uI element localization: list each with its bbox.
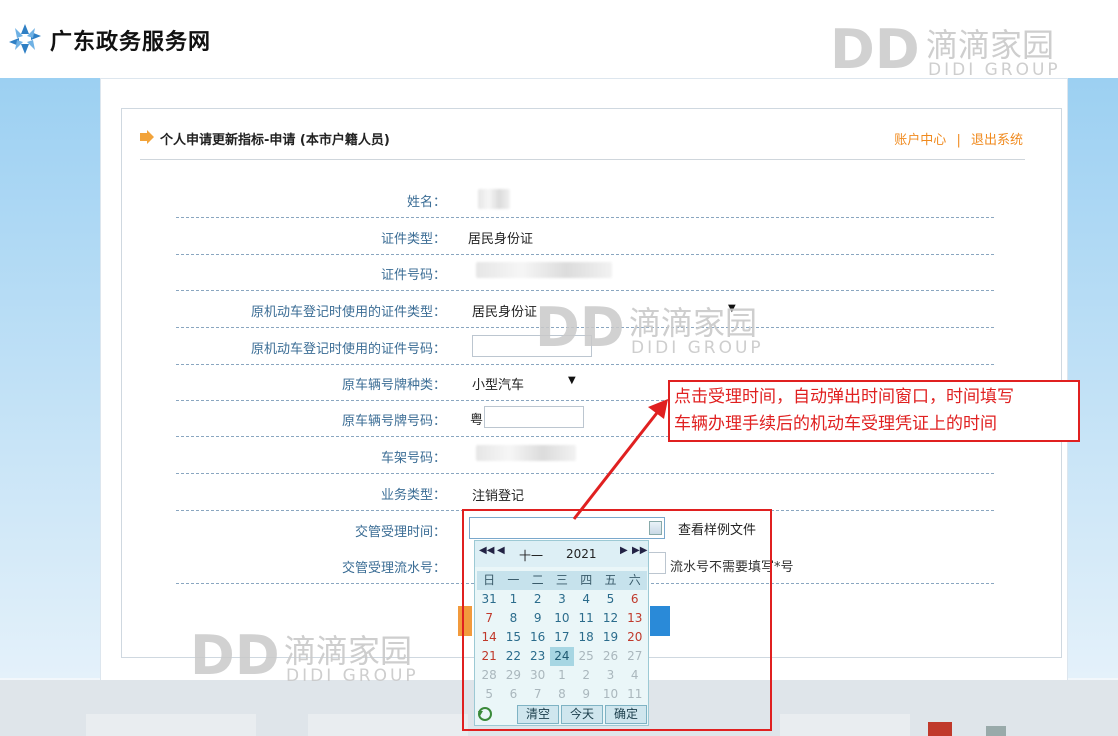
- field-label: 交管受理流水号：: [341, 561, 446, 576]
- form-row-name: 姓名：: [176, 181, 994, 218]
- field-label: 业务类型：: [380, 488, 446, 503]
- panel-links: 账户中心 | 退出系统: [894, 129, 1023, 148]
- footer-block: [86, 714, 256, 736]
- site-header: 广东政务服务网: [0, 0, 1118, 78]
- form-row-orig-id-type: 原机动车登记时使用的证件类型： 居民身份证 ▼: [176, 291, 994, 328]
- footer-block: [308, 714, 468, 736]
- plate-type-select[interactable]: 小型汽车: [472, 374, 524, 393]
- logout-link[interactable]: 退出系统: [971, 133, 1023, 148]
- form-row-id-number: 证件号码：: [176, 254, 994, 291]
- orig-id-type-select[interactable]: 居民身份证: [472, 301, 537, 320]
- field-label: 原机动车登记时使用的证件号码：: [250, 342, 446, 357]
- annotation-highlight-box: [462, 509, 772, 731]
- footer-icon: [986, 726, 1006, 736]
- annotation-callout: 点击受理时间，自动弹出时间窗口，时间填写 车辆办理手续后的机动车受理凭证上的时间: [668, 380, 1080, 442]
- field-label: 原车辆号牌号码：: [341, 414, 446, 429]
- arrow-right-icon: [140, 130, 154, 144]
- link-separator: |: [956, 133, 961, 148]
- site-title[interactable]: 广东政务服务网: [50, 24, 211, 56]
- annotation-arrow-icon: [572, 399, 668, 520]
- business-type-select[interactable]: 注销登记: [472, 485, 524, 504]
- footer-badge-icon: [928, 722, 952, 736]
- field-label: 姓名：: [406, 195, 446, 210]
- plate-prefix: 粤: [470, 413, 484, 428]
- id-type-value: 居民身份证: [468, 232, 534, 247]
- form-row-id-type: 证件类型： 居民身份证: [176, 218, 994, 255]
- dropdown-arrow-icon[interactable]: ▼: [728, 303, 736, 314]
- background-left: [0, 78, 100, 678]
- id-number-redacted: [476, 262, 612, 278]
- footer-block: [780, 714, 910, 736]
- field-label: 证件号码：: [380, 268, 446, 283]
- orig-id-number-input[interactable]: [472, 335, 592, 357]
- field-label: 原机动车登记时使用的证件类型：: [250, 305, 446, 320]
- callout-line-2: 车辆办理手续后的机动车受理凭证上的时间: [674, 414, 997, 434]
- field-label: 交管受理时间：: [354, 525, 446, 540]
- form-row-orig-id-number: 原机动车登记时使用的证件号码：: [176, 328, 994, 365]
- guangdong-logo-icon: [9, 24, 41, 54]
- account-center-link[interactable]: 账户中心: [894, 133, 946, 148]
- panel-header: 个人申请更新指标-申请 (本市户籍人员) 账户中心 | 退出系统: [140, 126, 1025, 160]
- field-label: 原车辆号牌种类：: [341, 378, 446, 393]
- panel-title: 个人申请更新指标-申请 (本市户籍人员): [160, 133, 390, 148]
- dropdown-arrow-icon[interactable]: ▼: [568, 375, 576, 386]
- callout-line-1: 点击受理时间，自动弹出时间窗口，时间填写: [674, 387, 1014, 407]
- field-label: 车架号码：: [380, 451, 446, 466]
- field-label: 证件类型：: [380, 232, 446, 247]
- name-value-redacted: [478, 189, 510, 209]
